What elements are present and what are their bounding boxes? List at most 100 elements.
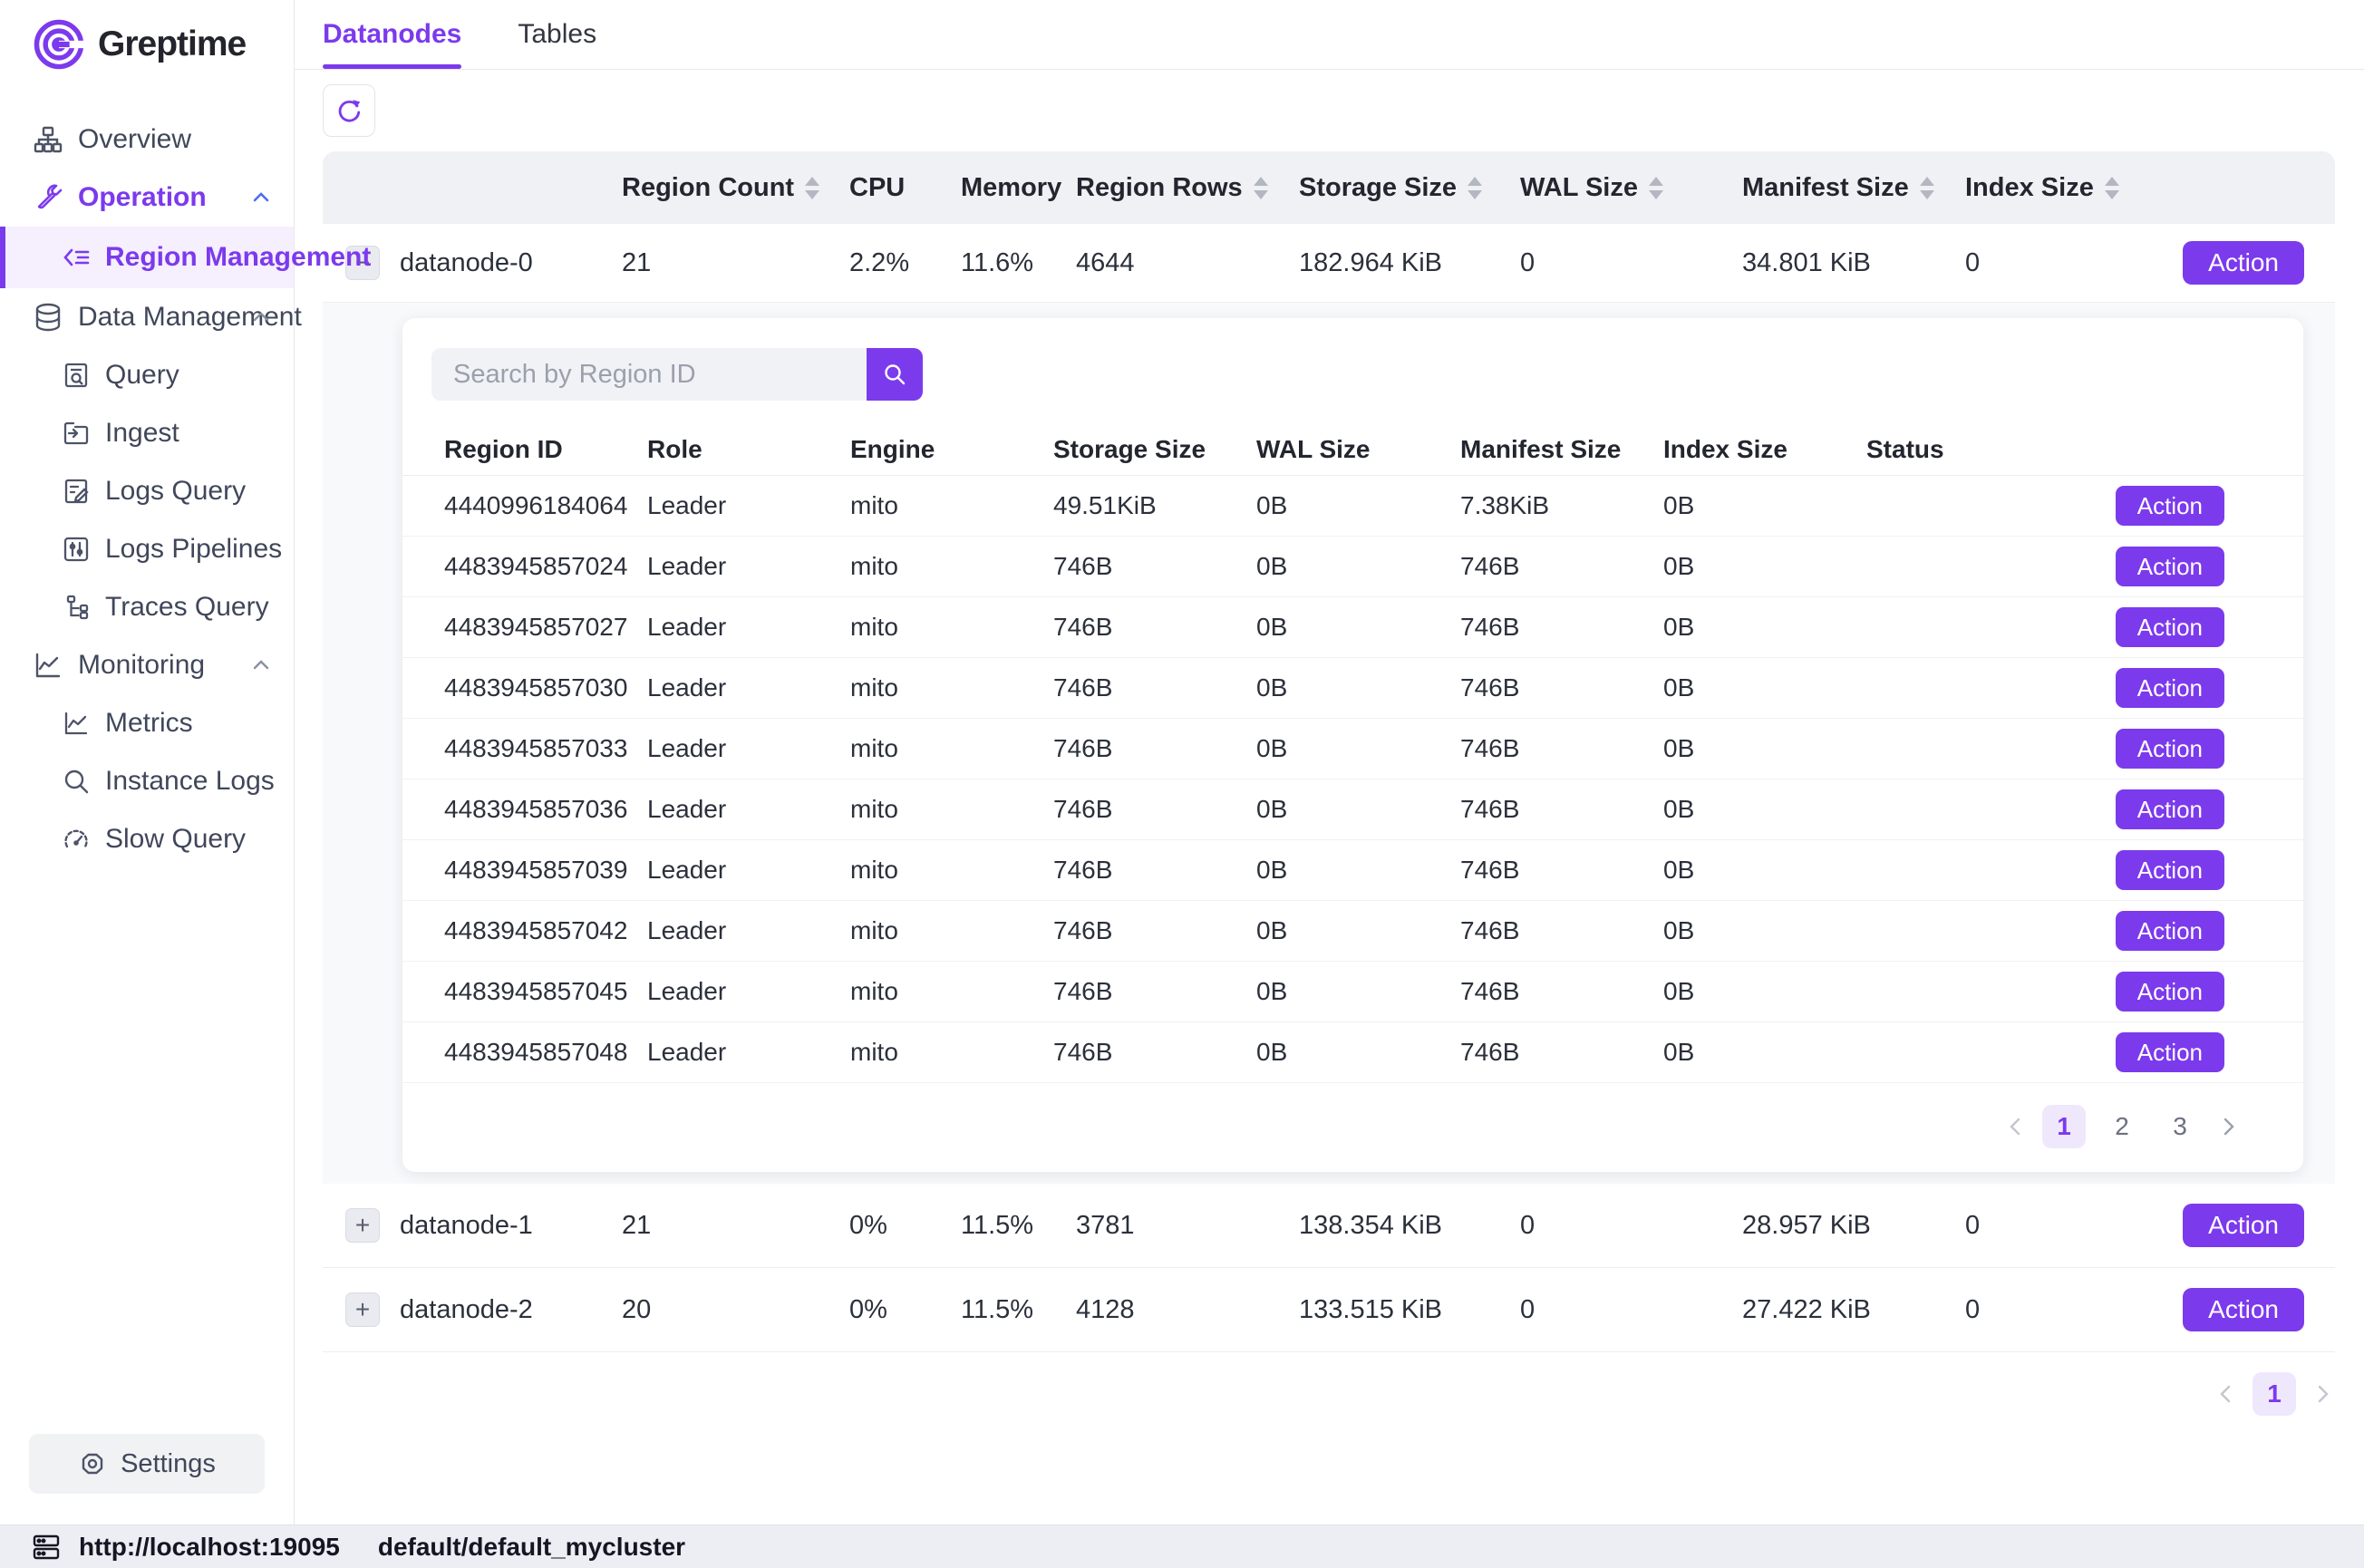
cell-storage-size: 746B <box>1053 916 1256 945</box>
sidebar-item-traces-query[interactable]: Traces Query <box>0 578 294 636</box>
cell-region-count: 20 <box>622 1295 849 1325</box>
cell-role: Leader <box>647 491 850 520</box>
column-label: Memory <box>961 173 1061 203</box>
expand-row-button[interactable]: + <box>345 1208 380 1243</box>
sidebar-item-monitoring[interactable]: Monitoring <box>0 636 294 694</box>
region-search <box>402 348 2303 401</box>
cell-storage-size: 746B <box>1053 673 1256 702</box>
cell-storage-size: 138.354 KiB <box>1299 1211 1520 1241</box>
action-button[interactable]: Action <box>2183 241 2304 285</box>
sidebar-item-label: Region Management <box>105 242 371 273</box>
sort-icon[interactable] <box>1649 177 1663 199</box>
cell-storage-size: 182.964 KiB <box>1299 248 1520 278</box>
next-page-icon[interactable] <box>2216 1115 2240 1138</box>
cell-role: Leader <box>647 613 850 642</box>
sidebar-item-overview[interactable]: Overview <box>0 111 294 169</box>
sort-icon[interactable] <box>2105 177 2119 199</box>
gauge-icon <box>62 825 91 854</box>
sidebar-item-label: Monitoring <box>78 650 205 681</box>
sort-icon[interactable] <box>1254 177 1268 199</box>
page-button[interactable]: 1 <box>2042 1105 2086 1148</box>
column-label: Manifest Size <box>1742 173 1909 203</box>
sliders-icon <box>62 535 91 564</box>
tabbar: Datanodes Tables <box>295 0 2364 70</box>
cell-index-size: 0B <box>1663 1038 1866 1067</box>
wrench-icon <box>33 182 63 213</box>
column-label: Role <box>647 435 850 464</box>
tab-datanodes[interactable]: Datanodes <box>323 0 461 69</box>
cell-index-size: 0 <box>1965 1211 2172 1241</box>
document-search-icon <box>62 361 91 390</box>
sidebar-item-logs-pipelines[interactable]: Logs Pipelines <box>0 520 294 578</box>
cell-role: Leader <box>647 795 850 824</box>
sort-icon[interactable] <box>1468 177 1482 199</box>
action-button[interactable]: Action <box>2116 789 2224 829</box>
sidebar-item-operation[interactable]: Operation <box>0 169 294 227</box>
chevron-up-icon[interactable] <box>248 305 274 330</box>
column-header-index-size[interactable]: Index Size <box>1965 173 2172 203</box>
action-button[interactable]: Action <box>2116 486 2224 526</box>
endpoint-selector[interactable]: http://localhost:19095 <box>30 1531 340 1563</box>
sidebar-item-instance-logs[interactable]: Instance Logs <box>0 752 294 810</box>
sort-icon[interactable] <box>805 177 819 199</box>
column-header-region-count[interactable]: Region Count <box>622 173 849 203</box>
cell-storage-size: 746B <box>1053 1038 1256 1067</box>
action-button[interactable]: Action <box>2116 729 2224 769</box>
column-header-manifest-size[interactable]: Manifest Size <box>1742 173 1965 203</box>
chevron-up-icon[interactable] <box>248 185 274 210</box>
sidebar-item-slow-query[interactable]: Slow Query <box>0 810 294 868</box>
tab-tables[interactable]: Tables <box>518 0 596 69</box>
chevron-up-icon[interactable] <box>248 653 274 678</box>
refresh-button[interactable] <box>323 84 375 137</box>
greptime-logo-icon <box>31 16 87 73</box>
column-header-memory: Memory <box>961 173 1076 203</box>
page-button[interactable]: 3 <box>2158 1105 2202 1148</box>
column-header-region-rows[interactable]: Region Rows <box>1076 173 1299 203</box>
action-button[interactable]: Action <box>2183 1204 2304 1247</box>
datanode-0-expanded-panel: Region ID Role Engine Storage Size WAL S… <box>323 303 2335 1184</box>
cell-cpu: 0% <box>849 1211 961 1241</box>
sidebar-item-data-management[interactable]: Data Management <box>0 288 294 346</box>
previous-page-icon[interactable] <box>2004 1115 2028 1138</box>
cell-name: datanode-1 <box>400 1211 622 1241</box>
cell-index-size: 0B <box>1663 552 1866 581</box>
cell-wal-size: 0B <box>1256 916 1460 945</box>
cell-cpu: 0% <box>849 1295 961 1325</box>
cell-wal-size: 0B <box>1256 613 1460 642</box>
sidebar-item-metrics[interactable]: Metrics <box>0 694 294 752</box>
overview-icon <box>33 124 63 155</box>
previous-page-icon[interactable] <box>2214 1382 2238 1406</box>
action-button[interactable]: Action <box>2116 1032 2224 1072</box>
page-button[interactable]: 2 <box>2100 1105 2144 1148</box>
datanodes-table: Region Count CPU Memory Region Rows Stor… <box>323 151 2335 1352</box>
action-button[interactable]: Action <box>2183 1288 2304 1331</box>
action-button[interactable]: Action <box>2116 972 2224 1011</box>
action-button[interactable]: Action <box>2116 607 2224 647</box>
cell-index-size: 0B <box>1663 856 1866 885</box>
cell-storage-size: 746B <box>1053 613 1256 642</box>
search-button[interactable] <box>867 348 923 401</box>
page-button[interactable]: 1 <box>2253 1372 2296 1416</box>
sidebar-item-ingest[interactable]: Ingest <box>0 404 294 462</box>
action-button[interactable]: Action <box>2116 850 2224 890</box>
action-button[interactable]: Action <box>2116 911 2224 951</box>
cell-region-count: 21 <box>622 248 849 278</box>
region-row: 4483945857024 Leader mito 746B 0B 746B 0… <box>402 537 2303 597</box>
sort-icon[interactable] <box>1920 177 1934 199</box>
cluster-selector[interactable]: default/default_mycluster <box>378 1533 685 1562</box>
cell-storage-size: 746B <box>1053 552 1256 581</box>
sidebar-item-region-management[interactable]: Region Management <box>0 227 294 288</box>
action-button[interactable]: Action <box>2116 547 2224 586</box>
column-label: CPU <box>849 173 905 203</box>
action-button[interactable]: Action <box>2116 668 2224 708</box>
cell-region-id: 4483945857027 <box>444 613 647 642</box>
column-header-wal-size[interactable]: WAL Size <box>1520 173 1742 203</box>
sidebar-item-query[interactable]: Query <box>0 346 294 404</box>
next-page-icon[interactable] <box>2311 1382 2334 1406</box>
settings-button[interactable]: Settings <box>29 1434 265 1494</box>
sidebar-item-logs-query[interactable]: Logs Query <box>0 462 294 520</box>
column-header-storage-size[interactable]: Storage Size <box>1299 173 1520 203</box>
region-search-input[interactable] <box>431 348 867 401</box>
expand-row-button[interactable]: + <box>345 1292 380 1327</box>
sidebar-item-label: Logs Pipelines <box>105 534 282 565</box>
